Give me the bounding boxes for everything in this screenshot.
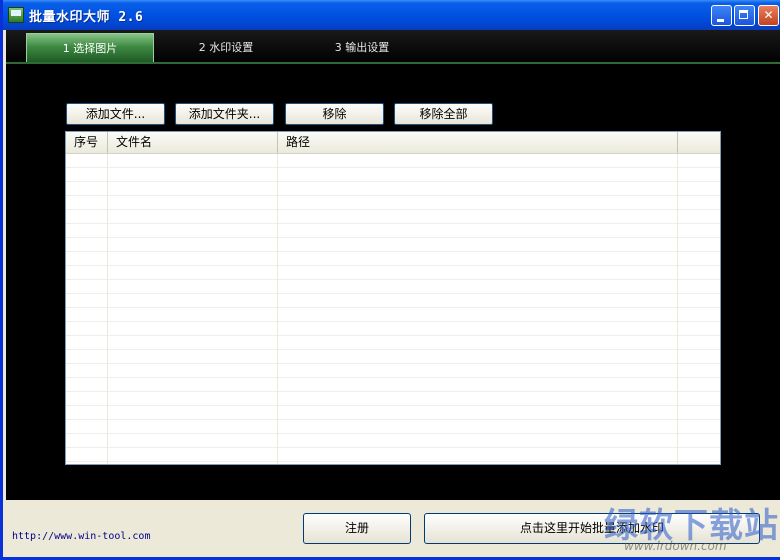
- tab-divider: [6, 62, 780, 64]
- add-files-button[interactable]: 添加文件...: [66, 103, 165, 125]
- add-folder-button[interactable]: 添加文件夹...: [175, 103, 274, 125]
- remove-all-button[interactable]: 移除全部: [394, 103, 493, 125]
- title-bar[interactable]: 批量水印大师 2.6 ✕: [3, 0, 780, 30]
- app-icon: [8, 7, 24, 23]
- file-list[interactable]: 序号 文件名 路径: [65, 131, 721, 465]
- close-button[interactable]: ✕: [758, 5, 779, 26]
- tab-output-settings[interactable]: 3 输出设置: [302, 33, 422, 62]
- remove-button[interactable]: 移除: [285, 103, 384, 125]
- tab-watermark-settings[interactable]: 2 水印设置: [166, 33, 286, 62]
- app-window: 批量水印大师 2.6 ✕ 1 选择图片 2 水印设置 3 输出设置 添加文件..…: [0, 0, 780, 560]
- minimize-button[interactable]: [711, 5, 732, 26]
- window-title: 批量水印大师 2.6: [29, 10, 144, 25]
- list-rows-empty[interactable]: [66, 154, 720, 464]
- tab-select-images[interactable]: 1 选择图片: [26, 33, 154, 62]
- website-link[interactable]: http://www.win-tool.com: [12, 531, 150, 542]
- tab-bar: 1 选择图片 2 水印设置 3 输出设置: [6, 30, 780, 64]
- column-header-filename[interactable]: 文件名: [108, 132, 278, 153]
- client-area: 1 选择图片 2 水印设置 3 输出设置 添加文件... 添加文件夹... 移除…: [6, 30, 780, 500]
- column-header-index[interactable]: 序号: [66, 132, 108, 153]
- register-button[interactable]: 注册: [303, 513, 411, 544]
- list-header: 序号 文件名 路径: [66, 132, 720, 154]
- column-header-path[interactable]: 路径: [278, 132, 678, 153]
- start-watermark-button[interactable]: 点击这里开始批量添加水印: [424, 513, 760, 544]
- maximize-button[interactable]: [734, 5, 755, 26]
- column-header-extra[interactable]: [678, 132, 720, 153]
- bottom-panel: http://www.win-tool.com 注册 点击这里开始批量添加水印: [6, 500, 780, 557]
